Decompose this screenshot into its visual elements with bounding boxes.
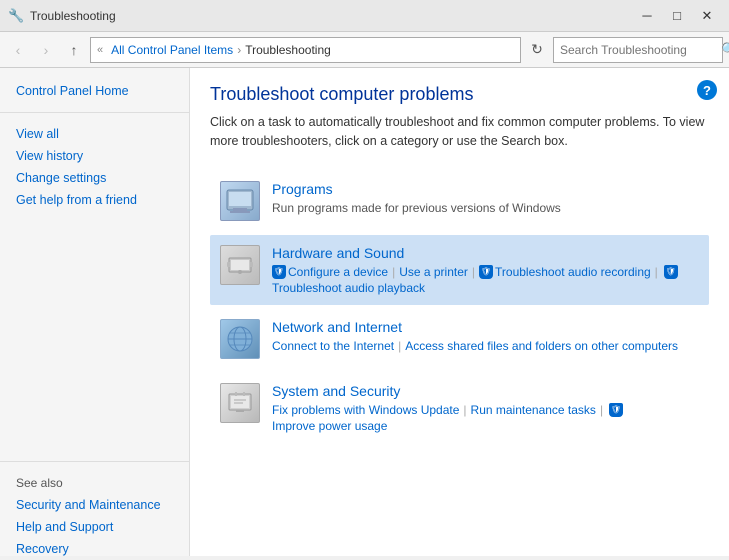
- network-links: Connect to the Internet | Access shared …: [272, 339, 699, 353]
- title-bar-left: 🔧 Troubleshooting: [8, 8, 116, 24]
- title-bar: 🔧 Troubleshooting ─ □ ✕: [0, 0, 729, 32]
- windows-update-link[interactable]: Fix problems with Windows Update: [272, 403, 459, 417]
- breadcrumb-parent: All Control Panel Items: [111, 43, 233, 57]
- hardware-icon: [220, 245, 260, 285]
- window-title: Troubleshooting: [30, 9, 116, 23]
- sidebar-view-history[interactable]: View history: [0, 145, 189, 167]
- system-title[interactable]: System and Security: [272, 383, 699, 399]
- search-button[interactable]: 🔍: [721, 38, 729, 62]
- category-programs[interactable]: Programs Run programs made for previous …: [210, 171, 709, 231]
- address-path[interactable]: « All Control Panel Items › Troubleshoot…: [90, 37, 521, 63]
- network-title[interactable]: Network and Internet: [272, 319, 699, 335]
- access-shared-link[interactable]: Access shared files and folders on other…: [405, 339, 678, 353]
- connect-internet-link[interactable]: Connect to the Internet: [272, 339, 394, 353]
- category-network[interactable]: Network and Internet Connect to the Inte…: [210, 309, 709, 369]
- programs-desc: Run programs made for previous versions …: [272, 201, 699, 215]
- sidebar-view-all[interactable]: View all: [0, 123, 189, 145]
- address-bar: ‹ › ↑ « All Control Panel Items › Troubl…: [0, 32, 729, 68]
- forward-button[interactable]: ›: [34, 38, 58, 62]
- up-button[interactable]: ↑: [62, 38, 86, 62]
- sidebar-divider-2: [0, 461, 189, 462]
- maintenance-link[interactable]: Run maintenance tasks: [471, 403, 596, 417]
- breadcrumb-current: Troubleshooting: [245, 43, 331, 57]
- use-printer-link[interactable]: Use a printer: [399, 265, 468, 279]
- back-button[interactable]: ‹: [6, 38, 30, 62]
- content-area: ? Troubleshoot computer problems Click o…: [190, 68, 729, 556]
- troubleshoot-audio-play-link[interactable]: Troubleshoot audio playback: [272, 281, 425, 295]
- close-button[interactable]: ✕: [693, 4, 721, 28]
- refresh-button[interactable]: ↻: [525, 38, 549, 62]
- shield-icon-1: 🛡: [272, 265, 286, 279]
- system-icon: [220, 383, 260, 423]
- configure-device-link[interactable]: Configure a device: [288, 265, 388, 279]
- programs-title[interactable]: Programs: [272, 181, 699, 197]
- main-layout: Control Panel Home View all View history…: [0, 68, 729, 556]
- shield-icon-3: 🛡: [664, 265, 678, 279]
- sidebar-security-maintenance[interactable]: Security and Maintenance: [0, 494, 189, 516]
- sidebar-divider-1: [0, 112, 189, 113]
- sidebar-help-support[interactable]: Help and Support: [0, 516, 189, 538]
- category-hardware[interactable]: Hardware and Sound 🛡 Configure a device …: [210, 235, 709, 305]
- page-title: Troubleshoot computer problems: [210, 84, 709, 105]
- hardware-title[interactable]: Hardware and Sound: [272, 245, 699, 261]
- search-input[interactable]: [554, 43, 721, 57]
- programs-content: Programs Run programs made for previous …: [272, 181, 699, 215]
- network-content: Network and Internet Connect to the Inte…: [272, 319, 699, 353]
- hardware-links: 🛡 Configure a device | Use a printer | 🛡…: [272, 265, 699, 295]
- sidebar-get-help[interactable]: Get help from a friend: [0, 189, 189, 211]
- sidebar-see-also: See also: [0, 472, 189, 494]
- minimize-button[interactable]: ─: [633, 4, 661, 28]
- maximize-button[interactable]: □: [663, 4, 691, 28]
- sidebar-recovery[interactable]: Recovery: [0, 538, 189, 560]
- shield-icon-4: 🛡: [609, 403, 623, 417]
- system-content: System and Security Fix problems with Wi…: [272, 383, 699, 433]
- page-description: Click on a task to automatically trouble…: [210, 113, 709, 151]
- system-links: Fix problems with Windows Update | Run m…: [272, 403, 699, 433]
- search-box: 🔍: [553, 37, 723, 63]
- hardware-content: Hardware and Sound 🛡 Configure a device …: [272, 245, 699, 295]
- sidebar: Control Panel Home View all View history…: [0, 68, 190, 556]
- shield-icon-2: 🛡: [479, 265, 493, 279]
- network-icon: [220, 319, 260, 359]
- breadcrumb-root: «: [97, 44, 103, 56]
- help-icon[interactable]: ?: [697, 80, 717, 100]
- sidebar-change-settings[interactable]: Change settings: [0, 167, 189, 189]
- title-bar-controls: ─ □ ✕: [633, 4, 721, 28]
- programs-icon: [220, 181, 260, 221]
- power-usage-link[interactable]: Improve power usage: [272, 419, 387, 433]
- sidebar-control-panel-home[interactable]: Control Panel Home: [0, 80, 189, 102]
- troubleshoot-audio-rec-link[interactable]: Troubleshoot audio recording: [495, 265, 651, 279]
- category-system[interactable]: System and Security Fix problems with Wi…: [210, 373, 709, 443]
- app-icon: 🔧: [8, 8, 24, 24]
